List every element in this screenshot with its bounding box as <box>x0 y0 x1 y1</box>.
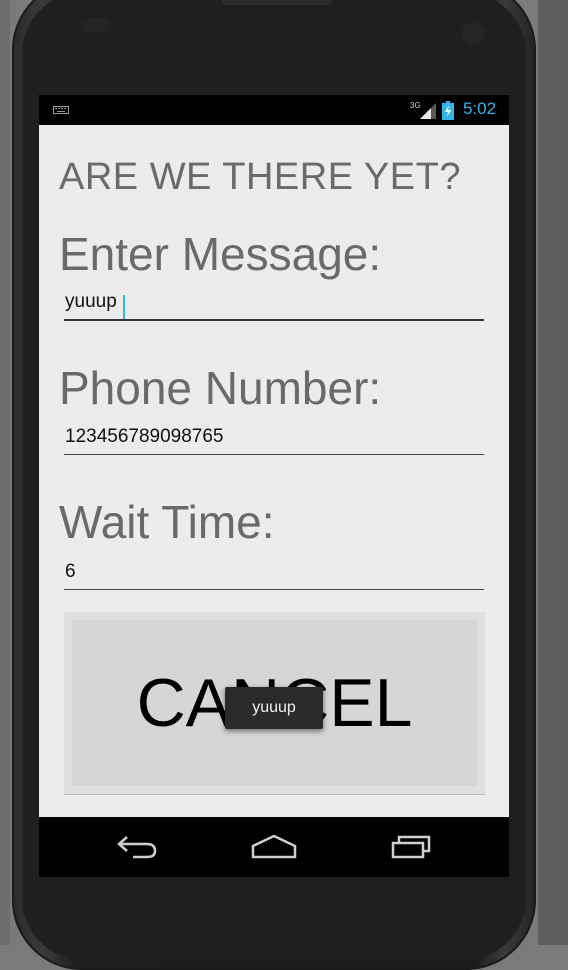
app-content: ARE WE THERE YET? Enter Message: Phone N… <box>39 125 509 817</box>
text-cursor <box>123 295 125 319</box>
signal-icon <box>420 103 436 119</box>
device-screen: 3G 5:02 ARE WE THERE YET? Enter Message:… <box>39 95 509 877</box>
status-clock: 5:02 <box>463 99 497 118</box>
back-button[interactable] <box>113 831 161 863</box>
background-left <box>0 0 10 945</box>
home-button[interactable] <box>250 831 298 863</box>
battery-icon <box>442 101 454 120</box>
status-bar: 3G 5:02 <box>39 95 509 125</box>
message-input[interactable] <box>64 285 484 321</box>
wait-time-input[interactable] <box>64 554 484 590</box>
toast-message: yuuup <box>225 687 323 729</box>
home-icon <box>251 834 297 859</box>
keyboard-icon <box>53 106 69 114</box>
message-label: Enter Message: <box>59 228 382 280</box>
background-right <box>538 0 568 945</box>
app-title: ARE WE THERE YET? <box>59 156 461 198</box>
toast-text: yuuup <box>252 699 296 716</box>
proximity-sensor <box>80 18 110 32</box>
recent-apps-icon <box>391 835 431 859</box>
front-camera <box>462 22 484 44</box>
wait-time-label: Wait Time: <box>59 496 275 548</box>
phone-number-input[interactable] <box>64 419 484 455</box>
navigation-bar <box>39 817 509 877</box>
back-icon <box>117 836 157 859</box>
recent-apps-button[interactable] <box>387 831 435 863</box>
speaker-grille <box>222 0 332 5</box>
phone-number-label: Phone Number: <box>59 362 382 414</box>
